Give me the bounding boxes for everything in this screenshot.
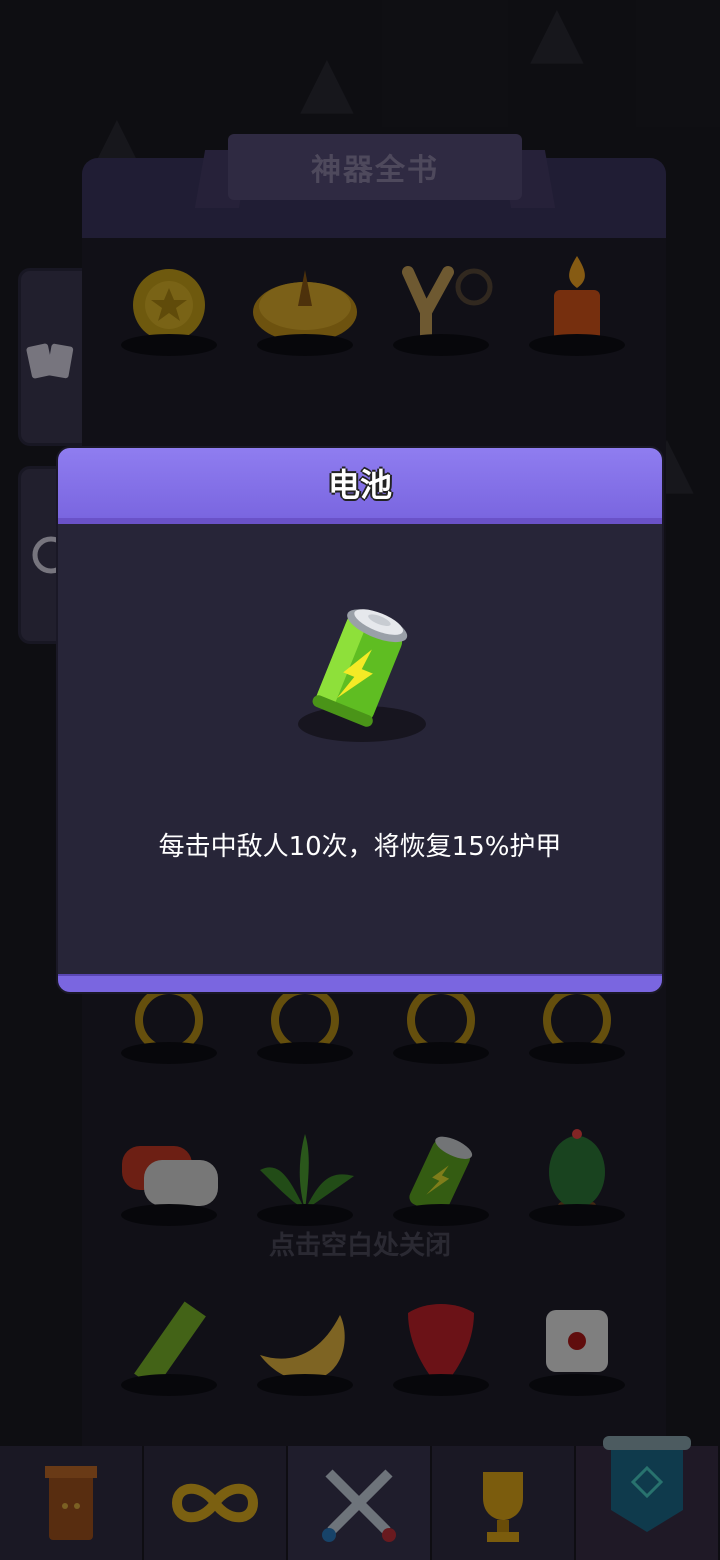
battery-icon — [298, 609, 426, 742]
modal-title: 电池 — [327, 466, 392, 504]
modal-header: 电池 — [58, 448, 662, 524]
modal-description: 每击中敌人10次，将恢复15%护甲 — [158, 832, 562, 862]
artifact-detail-modal: 电池 每击中敌人10次，将恢复15%护甲 — [56, 446, 664, 994]
modal-footer — [58, 974, 662, 992]
